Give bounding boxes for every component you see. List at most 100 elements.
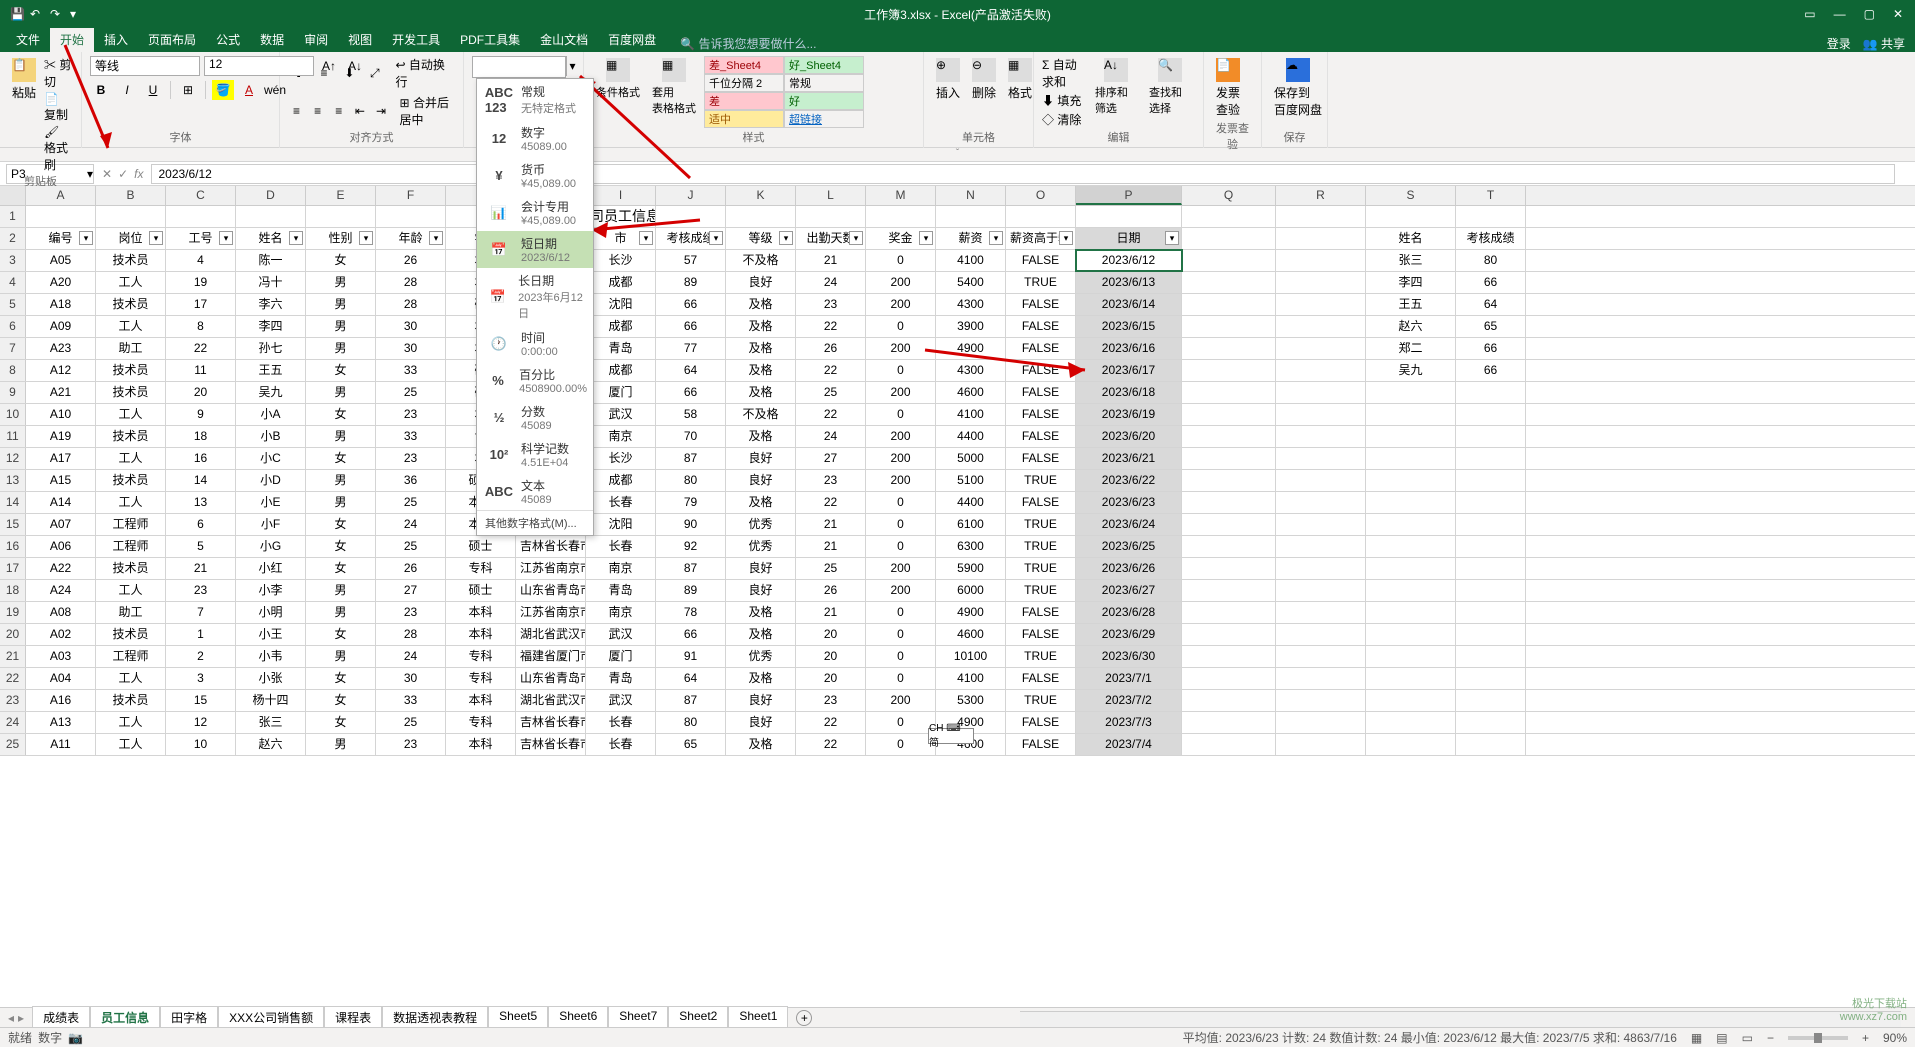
table-cell[interactable]: A13 xyxy=(26,712,96,733)
table-cell[interactable]: 吉林省长春市 xyxy=(516,712,586,733)
table-cell[interactable]: TRUE xyxy=(1006,272,1076,293)
table-cell[interactable]: 良好 xyxy=(726,712,796,733)
row-header[interactable]: 8 xyxy=(0,360,26,381)
paste-button[interactable]: 📋粘贴 xyxy=(8,56,40,103)
table-cell[interactable] xyxy=(1456,382,1526,403)
table-cell[interactable]: 0 xyxy=(866,316,936,337)
table-cell[interactable] xyxy=(1456,492,1526,513)
zoom-level[interactable]: 90% xyxy=(1883,1031,1907,1045)
table-cell[interactable]: 25 xyxy=(796,382,866,403)
title-cell[interactable] xyxy=(1182,206,1276,227)
zoom-slider[interactable] xyxy=(1788,1036,1848,1040)
table-cell[interactable]: 65 xyxy=(656,734,726,755)
table-cell[interactable]: TRUE xyxy=(1006,514,1076,535)
delete-cells-button[interactable]: ⊖删除 xyxy=(968,56,1000,103)
table-cell[interactable]: 工人 xyxy=(96,668,166,689)
table-cell[interactable]: 良好 xyxy=(726,558,796,579)
table-cell[interactable]: 2023/6/22 xyxy=(1076,470,1182,491)
table-cell[interactable]: 技术员 xyxy=(96,470,166,491)
table-cell[interactable]: 沈阳 xyxy=(586,294,656,315)
table-cell[interactable]: 吉林省长春市 xyxy=(516,536,586,557)
table-cell[interactable]: 10 xyxy=(166,734,236,755)
table-cell[interactable]: 22 xyxy=(796,316,866,337)
table-cell[interactable]: 及格 xyxy=(726,624,796,645)
table-cell[interactable]: 2023/6/12 xyxy=(1076,250,1182,271)
col-header-R[interactable]: R xyxy=(1276,186,1366,205)
row-header[interactable]: 15 xyxy=(0,514,26,535)
table-cell[interactable]: 男 xyxy=(306,734,376,755)
table-cell[interactable] xyxy=(1182,426,1276,447)
table-cell[interactable]: FALSE xyxy=(1006,338,1076,359)
table-cell[interactable]: 优秀 xyxy=(726,646,796,667)
table-cell[interactable]: 女 xyxy=(306,690,376,711)
table-cell[interactable]: 成都 xyxy=(586,360,656,381)
table-cell[interactable] xyxy=(1276,382,1366,403)
table-cell[interactable] xyxy=(1182,624,1276,645)
table-cell[interactable] xyxy=(1276,602,1366,623)
table-cell[interactable] xyxy=(1456,448,1526,469)
table-cell[interactable]: 24 xyxy=(796,426,866,447)
border-button[interactable]: ⊞ xyxy=(177,80,199,100)
table-cell[interactable]: 14 xyxy=(166,470,236,491)
save-baidu-button[interactable]: ☁保存到 百度网盘 xyxy=(1270,56,1326,120)
table-cell[interactable]: 及格 xyxy=(726,338,796,359)
table-cell[interactable] xyxy=(1182,316,1276,337)
table-cell[interactable]: 王五 xyxy=(1366,294,1456,315)
table-cell[interactable] xyxy=(1456,734,1526,755)
table-cell[interactable]: 79 xyxy=(656,492,726,513)
redo-icon[interactable]: ↷ xyxy=(50,7,64,21)
cell-styles-gallery[interactable]: 差_Sheet4 好_Sheet4 千位分隔 2 常规 差 好 适中 超链接 xyxy=(704,56,874,128)
table-cell[interactable] xyxy=(1182,404,1276,425)
table-cell[interactable]: 2023/6/20 xyxy=(1076,426,1182,447)
row-header[interactable]: 7 xyxy=(0,338,26,359)
filter-icon[interactable]: ▾ xyxy=(709,231,723,245)
view-page-icon[interactable]: ▤ xyxy=(1716,1031,1727,1045)
table-cell[interactable]: A17 xyxy=(26,448,96,469)
row-header[interactable]: 24 xyxy=(0,712,26,733)
table-cell[interactable]: A07 xyxy=(26,514,96,535)
table-cell[interactable]: TRUE xyxy=(1006,470,1076,491)
table-cell[interactable] xyxy=(1456,426,1526,447)
table-cell[interactable]: 武汉 xyxy=(586,624,656,645)
font-size-select[interactable]: 12 xyxy=(204,56,314,76)
table-cell[interactable]: 19 xyxy=(166,272,236,293)
filter-icon[interactable]: ▾ xyxy=(639,231,653,245)
table-cell[interactable]: 4400 xyxy=(936,492,1006,513)
table-cell[interactable]: 青岛 xyxy=(586,668,656,689)
table-cell[interactable]: 24 xyxy=(796,272,866,293)
filter-icon[interactable]: ▾ xyxy=(1165,231,1179,245)
table-cell[interactable]: 28 xyxy=(376,294,446,315)
table-cell[interactable]: 4900 xyxy=(936,602,1006,623)
table-cell[interactable] xyxy=(1182,492,1276,513)
table-cell[interactable]: 女 xyxy=(306,448,376,469)
login-link[interactable]: 登录 xyxy=(1827,35,1851,52)
find-select-button[interactable]: 🔍查找和选择 xyxy=(1145,56,1195,118)
table-cell[interactable]: 24 xyxy=(376,514,446,535)
table-cell[interactable]: 10100 xyxy=(936,646,1006,667)
table-cell[interactable]: 13 xyxy=(166,492,236,513)
table-cell[interactable]: 21 xyxy=(796,250,866,271)
table-cell[interactable]: FALSE xyxy=(1006,624,1076,645)
table-cell[interactable]: TRUE xyxy=(1006,690,1076,711)
table-cell[interactable]: 男 xyxy=(306,294,376,315)
table-cell[interactable]: 工人 xyxy=(96,492,166,513)
table-cell[interactable]: 及格 xyxy=(726,426,796,447)
table-cell[interactable]: A11 xyxy=(26,734,96,755)
table-cell[interactable]: 小韦 xyxy=(236,646,306,667)
undo-icon[interactable]: ↶ xyxy=(30,7,44,21)
table-cell[interactable]: 4600 xyxy=(936,382,1006,403)
table-cell[interactable] xyxy=(1276,470,1366,491)
menu-tab-3[interactable]: 页面布局 xyxy=(138,27,206,52)
format-option-9[interactable]: 10²科学记数4.51E+04 xyxy=(477,436,593,473)
table-cell[interactable]: 4900 xyxy=(936,338,1006,359)
format-cells-button[interactable]: ▦格式 xyxy=(1004,56,1036,103)
table-cell[interactable]: 及格 xyxy=(726,294,796,315)
menu-tab-10[interactable]: 金山文档 xyxy=(530,27,598,52)
ribbon-display-icon[interactable]: ▭ xyxy=(1804,7,1815,21)
table-header-cell[interactable]: 等级▾ xyxy=(726,228,796,249)
filter-icon[interactable]: ▾ xyxy=(429,231,443,245)
sheet-tab[interactable]: 成绩表 xyxy=(32,1006,90,1030)
filter-icon[interactable]: ▾ xyxy=(849,231,863,245)
table-cell[interactable]: 工程师 xyxy=(96,514,166,535)
table-cell[interactable]: FALSE xyxy=(1006,712,1076,733)
